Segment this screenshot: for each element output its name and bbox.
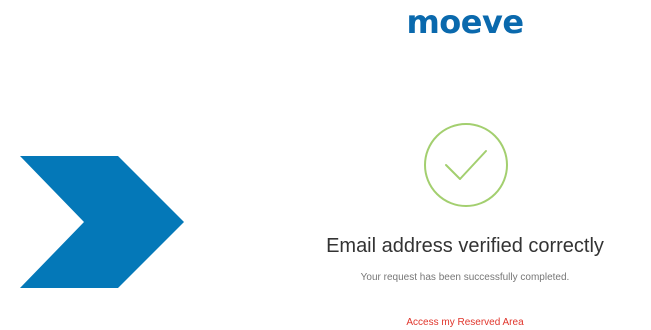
moeve-logo: moeve xyxy=(406,3,524,41)
reserved-area-link[interactable]: Access my Reserved Area xyxy=(360,316,570,330)
check-circle-icon xyxy=(424,123,508,207)
chevron-right-icon xyxy=(20,156,184,288)
verification-message: Your request has been successfully compl… xyxy=(360,272,570,283)
verification-title: Email address verified correctly xyxy=(326,235,604,257)
verification-page: moeve Email address verified correctly Y… xyxy=(0,0,651,330)
